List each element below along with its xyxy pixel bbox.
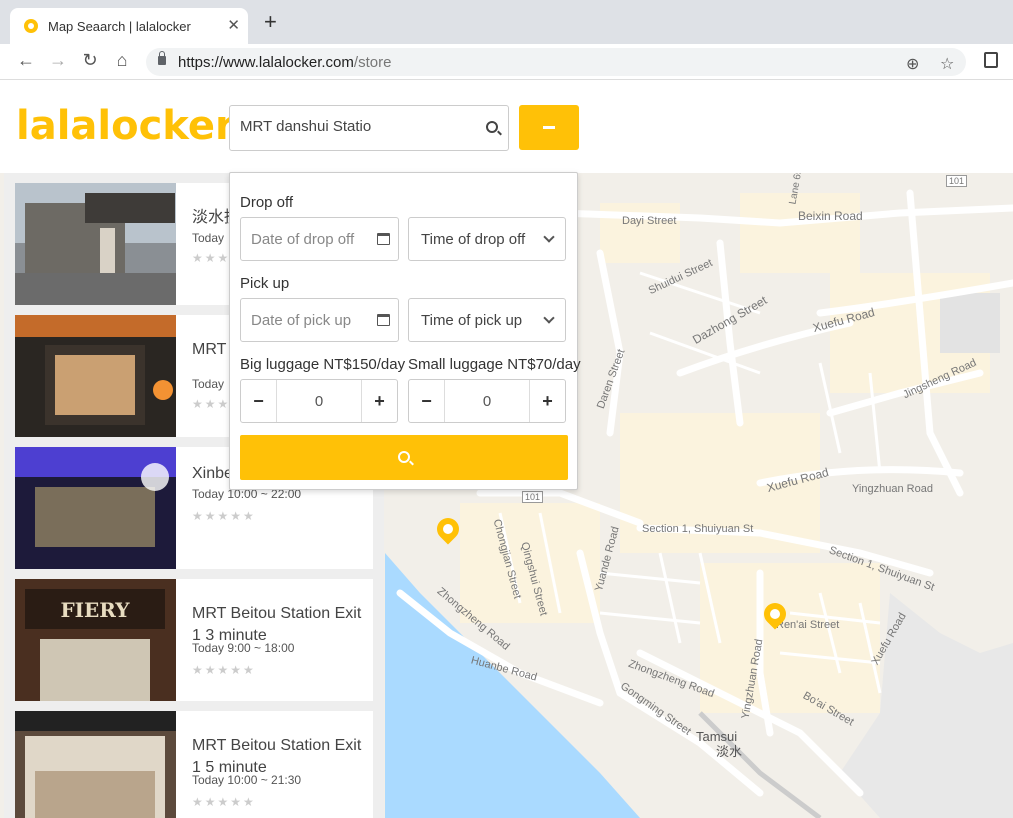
browser-toolbar: ← → ↻ ⌂ https://www.lalalocker.com/store… — [0, 44, 1013, 80]
lock-icon — [158, 51, 166, 65]
small-luggage-stepper: − 0 + — [408, 379, 566, 423]
calendar-icon — [377, 314, 390, 326]
new-tab-button[interactable]: + — [264, 11, 277, 33]
search-submit-button[interactable] — [240, 435, 568, 480]
drop-off-date-placeholder: Date of drop off — [251, 231, 355, 248]
lalalocker-logo[interactable]: lalalocker — [16, 103, 235, 149]
extension-icon[interactable] — [984, 52, 998, 68]
store-photo: FIERY — [15, 579, 176, 701]
bookmark-star-icon[interactable]: ☆ — [940, 54, 954, 74]
big-luggage-increment-button[interactable]: + — [361, 380, 397, 422]
pick-up-time-select[interactable]: Time of pick up — [408, 298, 566, 342]
svg-text:FIERY: FIERY — [60, 598, 130, 622]
back-icon[interactable]: ← — [14, 50, 38, 71]
tab-close-icon[interactable]: ✕ — [227, 16, 240, 34]
road-shield: 101 — [946, 175, 968, 187]
chevron-down-icon — [543, 312, 555, 324]
drop-off-date-field[interactable]: Date of drop off — [240, 217, 399, 261]
big-luggage-label: Big luggage NT$150/day — [240, 356, 406, 373]
pick-up-time-value: Time of pick up — [421, 312, 523, 329]
store-hours: Today — [192, 231, 225, 245]
collapse-filter-button[interactable] — [519, 105, 579, 150]
big-luggage-stepper: − 0 + — [240, 379, 398, 423]
search-icon — [398, 451, 410, 463]
store-rating: ★★★★★ — [192, 795, 256, 809]
pick-up-date-field[interactable]: Date of pick up — [240, 298, 399, 342]
big-luggage-decrement-button[interactable]: − — [241, 380, 277, 422]
address-bar[interactable]: https://www.lalalocker.com/store ⊕ ☆ — [146, 48, 966, 76]
home-icon[interactable]: ⌂ — [110, 50, 134, 71]
chevron-down-icon — [543, 231, 555, 243]
store-photo — [15, 711, 176, 818]
map-label: Ren'ai Street — [776, 619, 840, 631]
browser-tab[interactable]: Map Seaarch | lalalocker ✕ — [10, 8, 248, 44]
browser-tab-strip: Map Seaarch | lalalocker ✕ + — [0, 0, 1013, 44]
minus-icon — [543, 126, 555, 129]
reload-icon[interactable]: ↻ — [78, 50, 102, 71]
drop-off-label: Drop off — [240, 194, 294, 211]
road-shield: 101 — [522, 491, 544, 503]
url-text: https://www.lalalocker.com/store — [178, 54, 392, 71]
forward-icon[interactable]: → — [46, 50, 70, 71]
booking-filter-panel: Drop off Date of drop off Time of drop o… — [229, 172, 581, 490]
map-label: 淡水 — [716, 744, 743, 759]
calendar-icon — [377, 233, 390, 245]
location-icon[interactable]: ⊕ — [906, 54, 919, 74]
store-hours: Today 10:00 ~ 21:30 — [192, 773, 302, 787]
small-luggage-count[interactable]: 0 — [445, 393, 529, 410]
pick-up-label: Pick up — [240, 275, 290, 292]
lalalocker-favicon-icon — [24, 19, 38, 33]
store-photo — [15, 315, 176, 437]
tab-title: Map Seaarch | lalalocker — [48, 19, 191, 34]
small-luggage-label: Small luggage NT$70/day — [408, 356, 581, 373]
map-label: Section 1, Shuiyuan St — [642, 523, 754, 535]
location-search-input[interactable] — [240, 118, 470, 135]
search-icon[interactable] — [486, 121, 498, 133]
store-hours: Today 9:00 ~ 18:00 — [192, 641, 295, 655]
small-luggage-increment-button[interactable]: + — [529, 380, 565, 422]
store-hours: Today — [192, 377, 225, 391]
map-label: Beixin Road — [798, 209, 863, 223]
map-label: Yingzhuan Road — [852, 483, 933, 495]
store-card[interactable]: MRT Beitou Station Exit 1 5 minute Today… — [15, 711, 373, 818]
store-photo — [15, 447, 176, 569]
location-search-box — [229, 105, 509, 151]
store-rating: ★★★★★ — [192, 663, 256, 677]
store-card[interactable]: FIERY MRT Beitou Station Exit 1 3 minute… — [15, 579, 373, 701]
map-label: Dayi Street — [622, 215, 677, 227]
pick-up-date-placeholder: Date of pick up — [251, 312, 352, 329]
drop-off-time-select[interactable]: Time of drop off — [408, 217, 566, 261]
store-photo — [15, 183, 176, 305]
big-luggage-count[interactable]: 0 — [277, 393, 361, 410]
site-header: lalalocker — [0, 81, 1013, 173]
store-rating: ★★★★★ — [192, 509, 256, 523]
drop-off-time-value: Time of drop off — [421, 231, 526, 248]
small-luggage-decrement-button[interactable]: − — [409, 380, 445, 422]
